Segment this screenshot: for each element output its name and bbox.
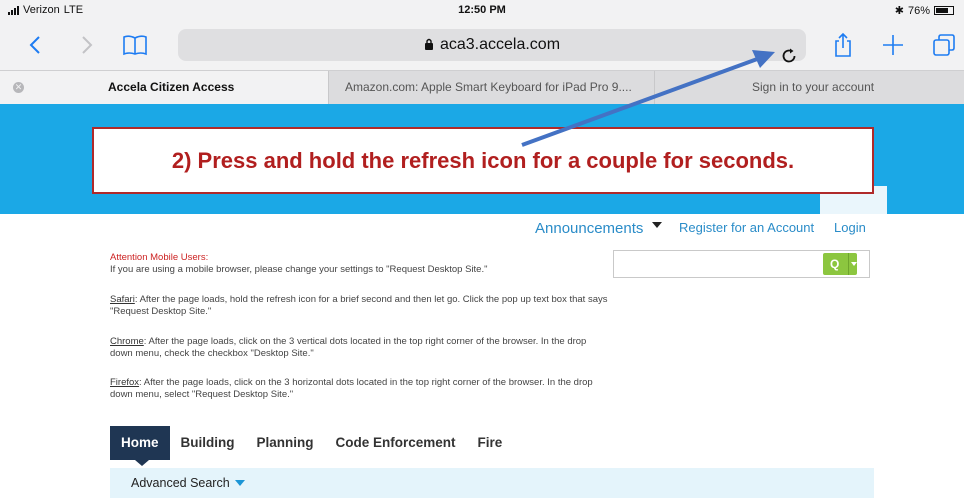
caret-down-icon [234, 480, 245, 486]
bluetooth-icon: ✱ [894, 5, 904, 17]
mobile-notice: Attention Mobile Users: If you are using… [110, 252, 610, 276]
tab-accela[interactable]: ✕ Accela Citizen Access [0, 71, 328, 104]
register-link[interactable]: Register for an Account [679, 220, 814, 235]
firefox-text: : After the page loads, click on the 3 h… [110, 377, 593, 400]
search-button[interactable]: Q [823, 253, 857, 275]
lock-icon [424, 38, 433, 50]
tab-amazon[interactable]: Amazon.com: Apple Smart Keyboard for iPa… [328, 71, 654, 104]
battery-status: ✱ 76% [895, 4, 954, 17]
nav-planning[interactable]: Planning [246, 426, 325, 460]
chrome-text: : After the page loads, click on the 3 v… [110, 336, 587, 359]
advanced-search-label: Advanced Search [131, 476, 230, 490]
notice-heading: Attention Mobile Users: [110, 252, 209, 263]
chrome-label: Chrome [110, 336, 144, 347]
chevron-right-icon [82, 36, 93, 54]
close-icon[interactable]: ✕ [13, 82, 24, 93]
nav-code-enforcement[interactable]: Code Enforcement [325, 426, 467, 460]
share-button[interactable] [830, 28, 856, 62]
tab-title: Sign in to your account [752, 80, 875, 94]
main-navigation: Home Building Planning Code Enforcement … [110, 426, 514, 466]
browser-toolbar: aca3.accela.com [0, 20, 964, 70]
url-display[interactable]: aca3.accela.com [178, 36, 806, 54]
caret-down-icon[interactable] [652, 222, 662, 228]
tabs-icon [933, 34, 955, 56]
battery-percent: 76% [907, 4, 930, 17]
clock: 12:50 PM [458, 4, 506, 16]
safari-text: : After the page loads, hold the refresh… [110, 294, 608, 317]
notice-intro: If you are using a mobile browser, pleas… [110, 264, 488, 275]
chevron-left-icon [29, 36, 40, 54]
tab-title: Amazon.com: Apple Smart Keyboard for iPa… [345, 80, 632, 94]
login-link[interactable]: Login [834, 220, 866, 235]
instruction-callout: 2) Press and hold the refresh icon for a… [92, 127, 874, 194]
nav-fire[interactable]: Fire [467, 426, 514, 460]
address-bar[interactable]: aca3.accela.com [178, 29, 806, 61]
firefox-label: Firefox [110, 377, 140, 388]
refresh-icon [782, 48, 796, 63]
advanced-search-menu[interactable]: Advanced Search [131, 476, 245, 490]
tabs-overview-button[interactable] [930, 28, 958, 62]
battery-level [936, 8, 949, 13]
bookmarks-button[interactable] [120, 28, 150, 62]
search-dropdown-icon[interactable] [848, 253, 857, 275]
nav-building[interactable]: Building [170, 426, 246, 460]
firefox-instructions: Firefox: After the page loads, click on … [110, 377, 610, 401]
forward-button[interactable] [74, 28, 100, 62]
url-text: aca3.accela.com [439, 36, 561, 53]
tab-sign-in[interactable]: Sign in to your account [654, 71, 964, 104]
back-button[interactable] [22, 28, 48, 62]
share-icon [835, 32, 851, 57]
battery-icon [934, 6, 954, 15]
tab-bar: ✕ Accela Citizen Access Amazon.com: Appl… [0, 70, 964, 104]
chrome-instructions: Chrome: After the page loads, click on t… [110, 336, 610, 360]
status-bar: Verizon LTE 12:50 PM ✱ 76% [0, 0, 964, 20]
announcements-link[interactable]: Announcements [535, 220, 643, 237]
search-icon: Q [830, 257, 840, 271]
safari-instructions: Safari: After the page loads, hold the r… [110, 294, 610, 318]
book-icon [123, 35, 147, 56]
plus-icon [883, 35, 903, 55]
sub-navigation: Advanced Search [110, 468, 874, 498]
refresh-button[interactable] [779, 46, 801, 68]
callout-text: 2) Press and hold the refresh icon for a… [171, 148, 795, 173]
new-tab-button[interactable] [880, 28, 906, 62]
tab-title: Accela Citizen Access [108, 80, 235, 94]
nav-home[interactable]: Home [110, 426, 170, 466]
safari-label: Safari [110, 294, 135, 305]
